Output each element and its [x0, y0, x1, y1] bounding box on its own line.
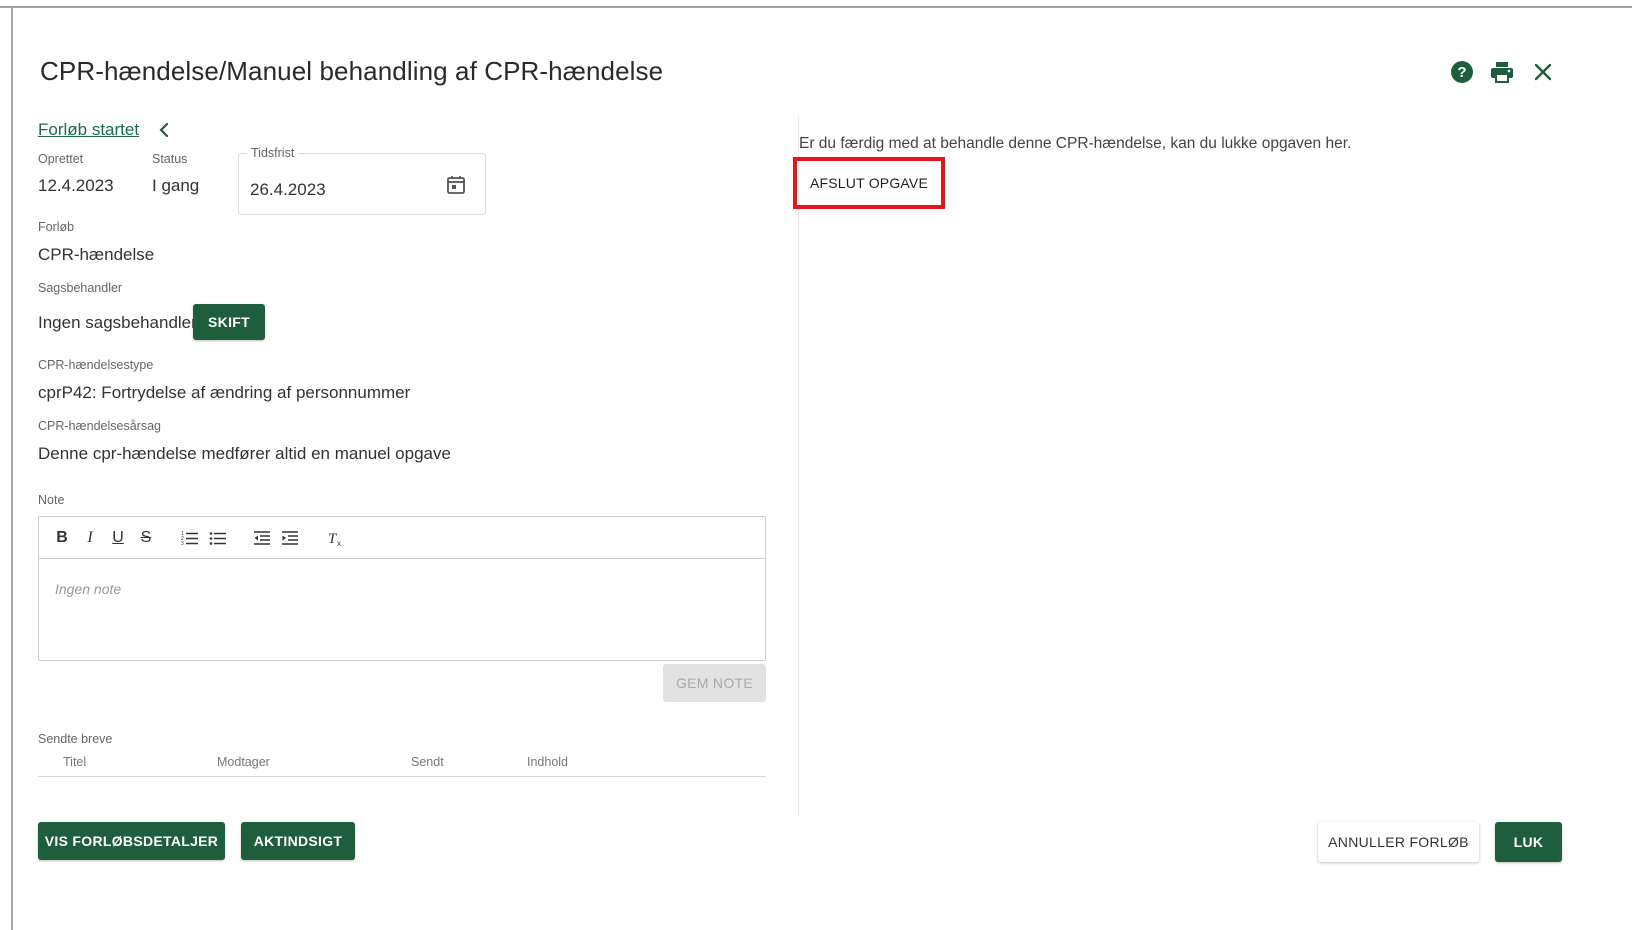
- column-header-modtager[interactable]: Modtager: [217, 755, 270, 769]
- indent-icon[interactable]: [279, 527, 301, 549]
- tidsfrist-value[interactable]: 26.4.2023: [250, 180, 326, 200]
- status-label: Status: [152, 152, 188, 166]
- note-textarea[interactable]: Ingen note: [55, 581, 121, 597]
- svg-text:?: ?: [1457, 64, 1466, 81]
- tidsfrist-label: Tidsfrist: [247, 146, 299, 160]
- close-icon[interactable]: [1527, 56, 1559, 88]
- haendelsestype-label: CPR-hændelsestype: [38, 358, 154, 372]
- svg-text:x: x: [337, 539, 341, 547]
- close-task-info-text: Er du færdig med at behandle denne CPR-h…: [799, 135, 1352, 152]
- forloeb-label: Forløb: [38, 220, 75, 234]
- column-header-sendt[interactable]: Sendt: [411, 755, 444, 769]
- dialog: CPR-hændelse/Manuel behandling af CPR-hæ…: [13, 8, 1632, 930]
- haendelsesaarsag-value: Denne cpr-hændelse medfører altid en man…: [38, 444, 451, 463]
- column-header-indhold[interactable]: Indhold: [527, 755, 568, 769]
- forloeb-startet-link[interactable]: Forløb startet: [38, 120, 139, 140]
- bold-button[interactable]: B: [51, 527, 73, 549]
- haendelsestype-value: cprP42: Fortrydelse af ændring af person…: [38, 383, 411, 402]
- calendar-icon[interactable]: [445, 174, 467, 196]
- note-label: Note: [38, 493, 65, 507]
- table-header-divider: [38, 776, 766, 777]
- pane-divider: [798, 116, 799, 816]
- vis-forloebsdetaljer-button[interactable]: VIS FORLØBSDETALJER: [38, 822, 225, 860]
- svg-text:3: 3: [181, 541, 184, 546]
- oprettet-label: Oprettet: [38, 152, 84, 166]
- help-icon[interactable]: ?: [1446, 56, 1478, 88]
- underline-button[interactable]: U: [107, 527, 129, 549]
- column-header-titel[interactable]: Titel: [63, 755, 86, 769]
- italic-button[interactable]: I: [79, 527, 101, 549]
- gem-note-button[interactable]: GEM NOTE: [663, 664, 766, 702]
- sagsbehandler-label: Sagsbehandler: [38, 281, 123, 295]
- note-toolbar: B I U S 123 Tx: [39, 517, 765, 559]
- note-editor: B I U S 123 Tx Ingen note: [38, 516, 766, 661]
- aktindsigt-button[interactable]: AKTINDSIGT: [241, 822, 355, 860]
- afslut-opgave-button[interactable]: AFSLUT OPGAVE: [801, 165, 937, 201]
- forloeb-value: CPR-hændelse: [38, 245, 155, 264]
- sendte-breve-label: Sendte breve: [38, 732, 113, 746]
- luk-button[interactable]: LUK: [1495, 822, 1562, 862]
- bullet-list-icon[interactable]: [207, 527, 229, 549]
- clear-format-icon[interactable]: Tx: [325, 527, 347, 549]
- skift-button[interactable]: SKIFT: [193, 304, 265, 340]
- haendelsesaarsag-label: CPR-hændelsesårsag: [38, 419, 161, 433]
- strikethrough-button[interactable]: S: [135, 527, 157, 549]
- chevron-left-icon[interactable]: [156, 120, 172, 140]
- left-pane: Forløb startet Oprettet 12.4.2023 Status…: [13, 8, 798, 930]
- oprettet-value: 12.4.2023: [38, 176, 114, 195]
- outdent-icon[interactable]: [251, 527, 273, 549]
- status-value: I gang: [152, 176, 200, 195]
- ordered-list-icon[interactable]: 123: [179, 527, 201, 549]
- annuller-forloeb-button[interactable]: ANNULLER FORLØB: [1318, 822, 1479, 862]
- sagsbehandler-value: Ingen sagsbehandler: [38, 313, 197, 332]
- print-icon[interactable]: [1486, 56, 1518, 88]
- tidsfrist-date-field[interactable]: Tidsfrist 26.4.2023: [238, 146, 486, 215]
